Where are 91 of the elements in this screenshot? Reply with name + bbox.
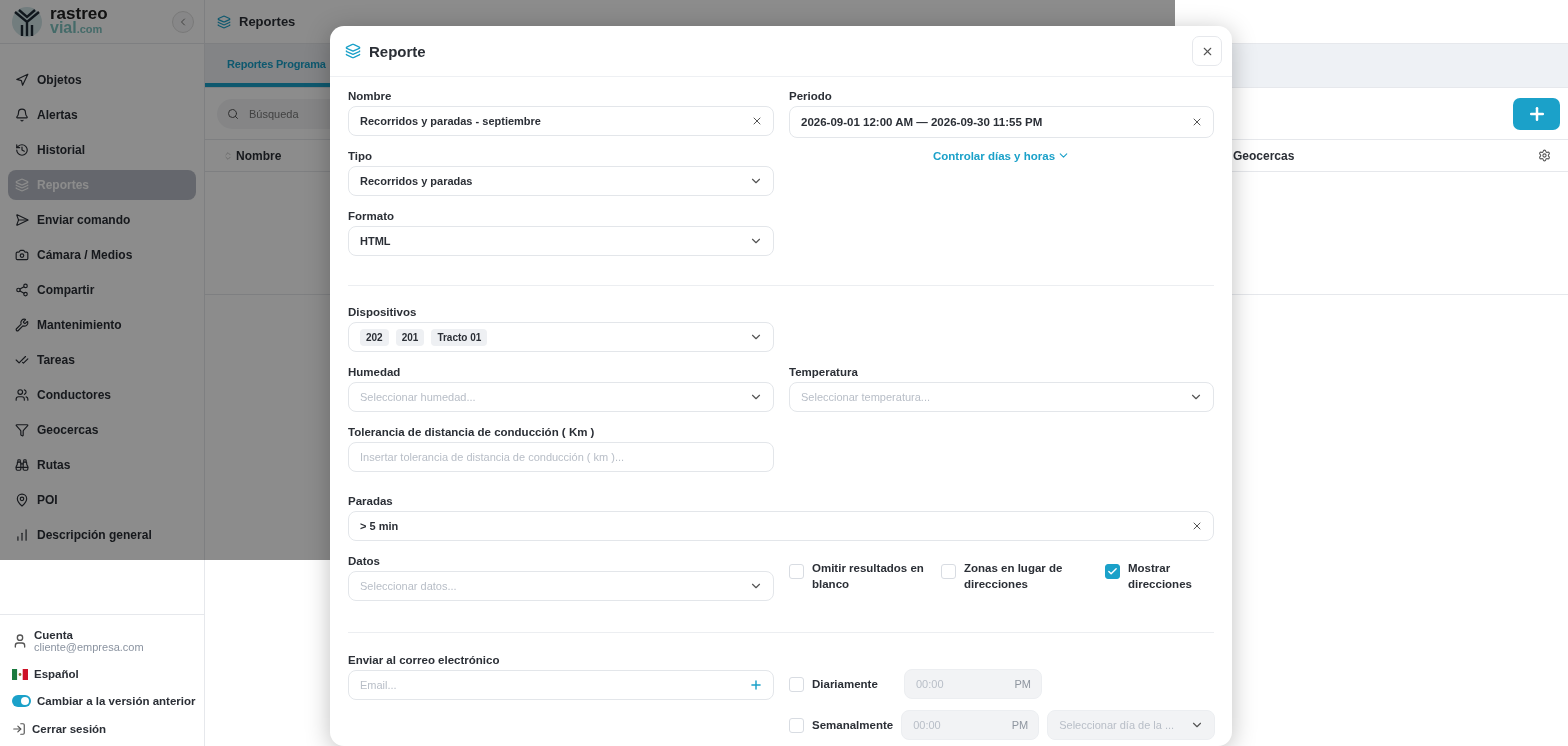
column-header: Nombre (236, 148, 282, 163)
account-email: cliente@empresa.com (34, 641, 144, 653)
text-input[interactable]: Seleccionar humedad... (360, 383, 743, 411)
checkbox-label: Mostrar direcciones (1128, 561, 1193, 592)
field-label: Temperatura (789, 365, 859, 379)
period-field[interactable]: 2026-09-01 12:00 AM — 2026-09-30 11:55 PM (789, 106, 1214, 138)
text-input[interactable]: Email... (360, 671, 743, 699)
sidebar-item[interactable]: Descripción general (8, 520, 196, 550)
am-pm-label: PM (1014, 678, 1031, 690)
text-input[interactable]: 2026-09-01 12:00 AM — 2026-09-30 11:55 PM (801, 107, 1185, 137)
field-label: Formato (348, 209, 395, 223)
navigation-icon (15, 73, 29, 87)
humidity-select[interactable]: Seleccionar humedad... (348, 382, 774, 412)
layers-icon (345, 43, 361, 59)
sidebar-item[interactable]: Tareas (8, 345, 196, 375)
sidebar-item[interactable]: Historial (8, 135, 196, 165)
send-icon (15, 213, 29, 227)
logout-link[interactable]: Cerrar sesión (32, 723, 107, 735)
sidebar-item[interactable]: Cámara / Medios (8, 240, 196, 270)
toggle-switch[interactable] (12, 695, 31, 707)
account-label[interactable]: Cuenta (34, 629, 144, 641)
days-hours-link[interactable]: Controlar días y horas (932, 149, 1071, 162)
field-label: Humedad (348, 365, 402, 379)
field-label: Dispositivos (348, 305, 418, 319)
funnel-icon (15, 423, 29, 437)
toggle-label: Cambiar a la versión anterior (37, 695, 196, 707)
devices-select[interactable]: 202 201 Tracto 01 (348, 322, 774, 352)
field-label: Datos (348, 554, 381, 568)
layers-icon (15, 178, 29, 192)
bell-icon (15, 108, 29, 122)
email-field[interactable]: Email... (348, 670, 774, 700)
checkbox[interactable] (1105, 564, 1120, 579)
logo-wordmark: rastreo vial.com (50, 7, 109, 36)
temperature-select[interactable]: Seleccionar temperatura... (789, 382, 1214, 412)
sidebar-item[interactable]: Alertas (8, 100, 196, 130)
settings-icon[interactable] (1538, 149, 1551, 162)
sidebar-item[interactable]: Geocercas (8, 415, 196, 445)
sidebar-item[interactable]: Enviar comando (8, 205, 196, 235)
search-icon (227, 107, 239, 120)
logout-icon (12, 722, 26, 736)
map-pin-icon (15, 493, 29, 507)
text-input[interactable]: Seleccionar temperatura... (801, 383, 1183, 411)
user-icon (12, 633, 28, 649)
bar-chart-icon (15, 528, 29, 542)
sidebar-item[interactable]: Compartir (8, 275, 196, 305)
binoculars-icon (15, 458, 29, 472)
device-tag[interactable]: 202 (360, 328, 389, 346)
data-select[interactable]: Seleccionar datos... (348, 571, 774, 601)
field-label: Enviar al correo electrónico (348, 653, 501, 667)
clear-icon[interactable] (1191, 520, 1203, 532)
sidebar-item[interactable]: Mantenimiento (8, 310, 196, 340)
check-icon (1107, 566, 1118, 577)
column-header: Geocercas (1233, 148, 1296, 163)
layers-icon (217, 14, 231, 29)
field-label: Tolerancia de distancia de conducción ( Km ) (348, 425, 596, 439)
add-button[interactable] (1513, 97, 1560, 130)
text-input[interactable]: Seleccionar datos... (360, 572, 743, 600)
text-input[interactable]: HTML (360, 227, 743, 255)
text-input[interactable]: Recorridos y paradas (360, 167, 743, 195)
device-tag[interactable]: 201 (395, 328, 425, 346)
name-field[interactable]: Recorridos y paradas - septiembre (348, 106, 774, 136)
double-check-icon (15, 353, 29, 367)
type-select[interactable]: Recorridos y paradas (348, 166, 774, 196)
am-pm-label: PM (1011, 719, 1029, 731)
checkbox-label: Zonas en lugar de direcciones (964, 561, 1064, 592)
field-label: Tipo (348, 149, 374, 163)
field-label: Nombre (348, 89, 393, 103)
checkbox-label: Omitir resultados en blanco (812, 561, 925, 592)
checkbox-label: Diariamente (812, 678, 879, 690)
history-icon (15, 143, 29, 157)
share-icon (15, 283, 29, 297)
camera-icon (15, 248, 29, 262)
flag-icon (12, 668, 28, 680)
checkbox-label: Semanalmente (812, 719, 894, 731)
dialog-title: Reporte (369, 42, 427, 60)
device-tag[interactable]: Tracto 01 (431, 328, 488, 346)
clear-icon[interactable] (751, 115, 763, 127)
format-select[interactable]: HTML (348, 226, 774, 256)
page-title: Reportes (239, 14, 296, 29)
users-icon (15, 388, 29, 402)
sidebar-item[interactable]: POI (8, 485, 196, 515)
field-label: Paradas (348, 494, 394, 508)
logo-icon (10, 4, 44, 39)
sidebar-item[interactable]: Conductores (8, 380, 196, 410)
text-input[interactable]: Recorridos y paradas - septiembre (360, 107, 745, 135)
sidebar-item[interactable]: Objetos (8, 65, 196, 95)
field-label: Periodo (789, 89, 833, 103)
language-label[interactable]: Español (34, 668, 79, 680)
sidebar-item[interactable]: Rutas (8, 450, 196, 480)
clear-icon[interactable] (1191, 116, 1203, 128)
wrench-icon (15, 318, 29, 332)
